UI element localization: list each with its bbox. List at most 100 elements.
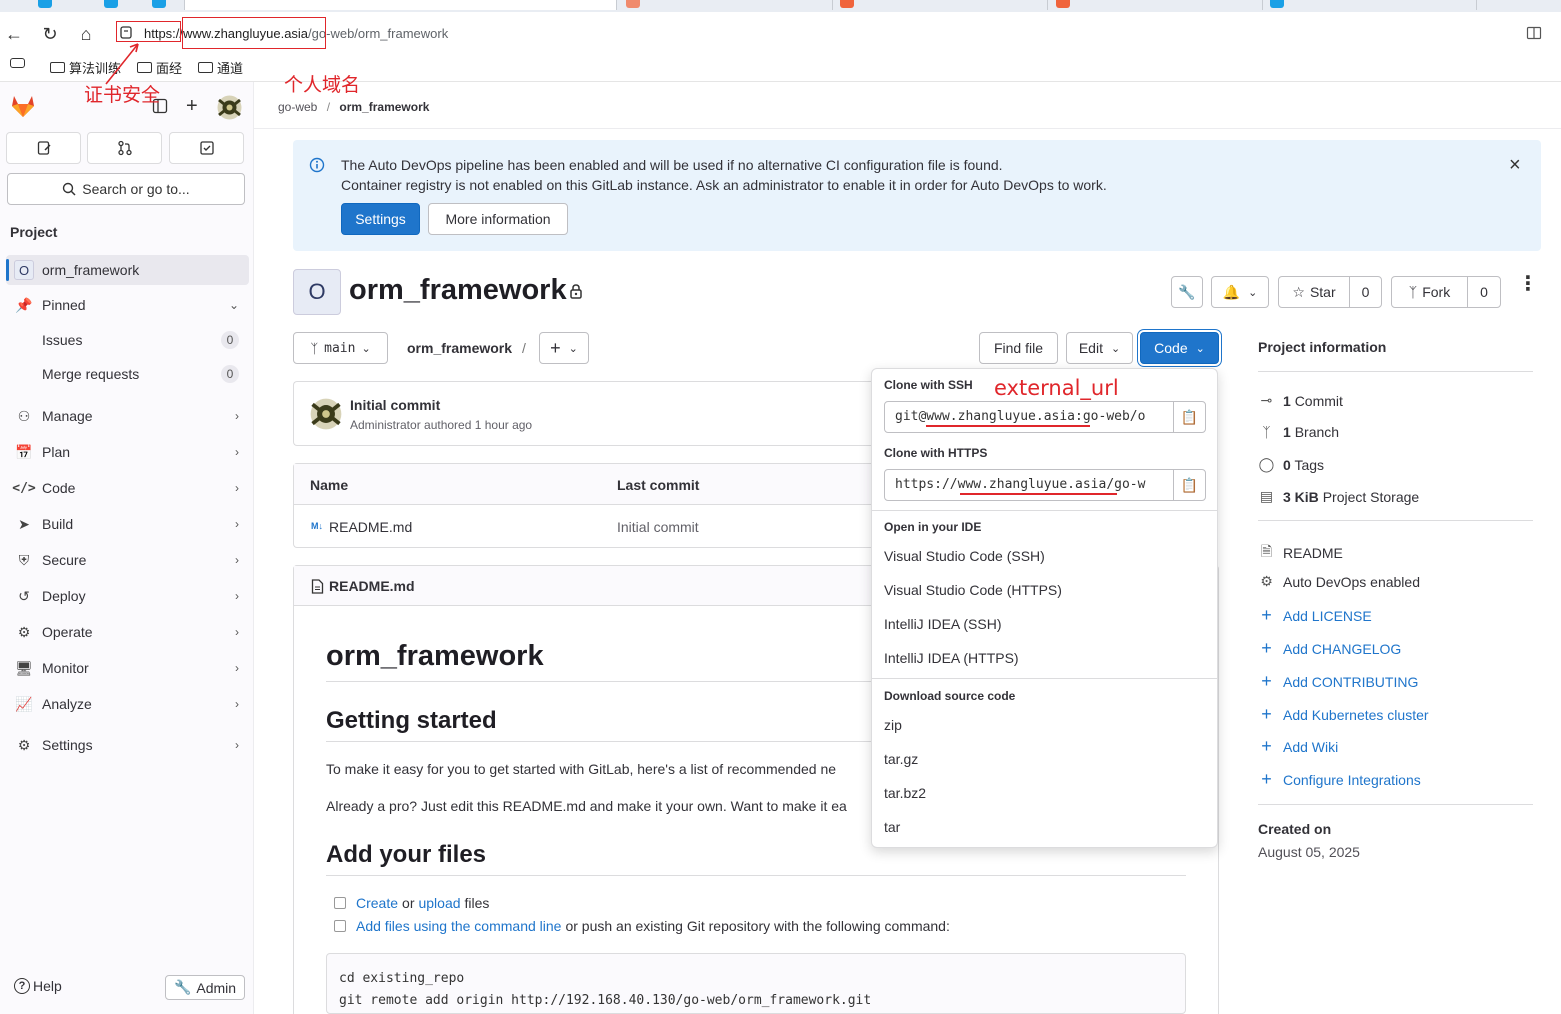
storage-link[interactable]: ▤ 3 KiB Project Storage — [1258, 488, 1419, 505]
split-view-icon[interactable] — [1526, 25, 1542, 41]
sidebar-item-pinned[interactable]: 📌 Pinned ⌄ — [6, 290, 249, 320]
task-checkbox[interactable] — [334, 920, 346, 932]
home-icon[interactable]: ⌂ — [72, 20, 100, 48]
alert-settings-button[interactable]: Settings — [341, 203, 420, 235]
task-checkbox[interactable] — [334, 897, 346, 909]
clone-ssh-value[interactable]: git@www.zhangluyue.asia:go-web/o — [895, 409, 1167, 424]
copy-icon[interactable]: 📋 — [1173, 470, 1205, 500]
find-file-button[interactable]: Find file — [979, 332, 1058, 364]
annotation-domain-box — [182, 17, 326, 49]
user-avatar[interactable] — [217, 95, 242, 120]
breadcrumb-group[interactable]: go-web — [278, 100, 317, 114]
configure-integrations-link[interactable]: + Configure Integrations — [1258, 769, 1421, 790]
sidebar-item-merge-requests[interactable]: Merge requests 0 — [6, 359, 249, 389]
sidebar-item-deploy[interactable]: ↺ Deploy › — [6, 581, 249, 611]
add-contributing-link[interactable]: + Add CONTRIBUTING — [1258, 671, 1418, 692]
add-dropdown-button[interactable]: + ⌄ — [539, 332, 589, 364]
plus-icon: + — [550, 337, 561, 358]
commit-author-avatar[interactable] — [310, 398, 342, 430]
download-tar-gz[interactable]: tar.gz — [884, 751, 918, 767]
readme-link[interactable]: 🗎 README — [1258, 541, 1343, 565]
admin-button[interactable]: 🔧 Admin — [165, 975, 245, 1000]
ide-item-vscode-https[interactable]: Visual Studio Code (HTTPS) — [884, 582, 1062, 598]
code-button[interactable]: Code ⌄ — [1140, 332, 1219, 364]
sidebar-item-project[interactable]: O orm_framework — [6, 255, 249, 285]
bookmark-label: 通道 — [217, 61, 244, 76]
ide-item-vscode-ssh[interactable]: Visual Studio Code (SSH) — [884, 548, 1045, 564]
clone-ssh-field[interactable]: git@www.zhangluyue.asia:go-web/o 📋 — [884, 401, 1206, 433]
merge-requests-shortcut-button[interactable] — [87, 132, 162, 164]
annotation-domain-label: 个人域名 — [284, 74, 361, 96]
star-button[interactable]: ☆ Star 0 — [1278, 276, 1382, 308]
sidebar-item-label: Analyze — [42, 696, 92, 712]
sidebar-item-plan[interactable]: 📅 Plan › — [6, 437, 249, 467]
more-actions-icon[interactable]: ⋮ — [1518, 274, 1538, 294]
todos-shortcut-button[interactable] — [169, 132, 244, 164]
download-tar[interactable]: tar — [884, 819, 900, 835]
clone-https-value[interactable]: https://www.zhangluyue.asia/go-w — [895, 477, 1167, 492]
repo-path[interactable]: orm_framework — [407, 340, 512, 356]
tab-favicon-icon — [1270, 0, 1284, 8]
last-commit-card — [293, 381, 893, 446]
fork-action[interactable]: ᛉ Fork — [1392, 277, 1468, 307]
copy-icon[interactable]: 📋 — [1173, 402, 1205, 432]
browser-tab[interactable] — [617, 0, 833, 10]
star-action[interactable]: ☆ Star — [1279, 277, 1350, 307]
ide-item-intellij-ssh[interactable]: IntelliJ IDEA (SSH) — [884, 616, 1001, 632]
sidebar-item-settings[interactable]: ⚙ Settings › — [6, 730, 249, 760]
star-count[interactable]: 0 — [1350, 284, 1381, 300]
add-kubernetes-link[interactable]: + Add Kubernetes cluster — [1258, 704, 1428, 725]
sidebar-item-analyze[interactable]: 📈 Analyze › — [6, 689, 249, 719]
gitlab-logo-icon[interactable] — [10, 93, 36, 119]
add-changelog-link[interactable]: + Add CHANGELOG — [1258, 638, 1401, 659]
browser-tab[interactable] — [1048, 0, 1263, 10]
search-placeholder: Search or go to... — [82, 181, 190, 197]
created-on-date: August 05, 2025 — [1258, 844, 1360, 860]
sidebar-item-manage[interactable]: ⚇ Manage › — [6, 401, 249, 431]
sidebar-item-secure[interactable]: ⛨ Secure › — [6, 545, 249, 575]
back-arrow-icon[interactable]: ← — [0, 20, 28, 48]
chevron-right-icon: › — [235, 553, 239, 567]
add-wiki-link[interactable]: + Add Wiki — [1258, 736, 1338, 757]
search-input[interactable]: Search or go to... — [7, 173, 245, 205]
fork-button[interactable]: ᛉ Fork 0 — [1391, 276, 1501, 308]
clone-https-field[interactable]: https://www.zhangluyue.asia/go-w 📋 — [884, 469, 1206, 501]
commit-title[interactable]: Initial commit — [350, 397, 440, 413]
fork-count[interactable]: 0 — [1468, 284, 1500, 300]
commits-link[interactable]: ⊸ 1 Commit — [1258, 392, 1343, 409]
create-link[interactable]: Create — [356, 895, 398, 911]
ide-item-intellij-https[interactable]: IntelliJ IDEA (HTTPS) — [884, 650, 1019, 666]
code-icon: </> — [12, 480, 36, 496]
breadcrumb-project[interactable]: orm_framework — [339, 100, 429, 114]
download-zip[interactable]: zip — [884, 717, 902, 733]
browser-tab-active[interactable] — [185, 0, 617, 10]
file-last-commit[interactable]: Initial commit — [617, 519, 699, 535]
sidebar-item-code[interactable]: </> Code › — [6, 473, 249, 503]
bookmark-folder[interactable]: 通道 — [198, 58, 243, 77]
reload-icon[interactable]: ↻ — [36, 20, 64, 48]
auto-devops-link[interactable]: ⚙ Auto DevOps enabled — [1258, 573, 1420, 590]
sidebar-item-operate[interactable]: ⚙ Operate › — [6, 617, 249, 647]
upload-link[interactable]: upload — [418, 895, 460, 911]
notification-button[interactable]: 🔔 ⌄ — [1211, 276, 1269, 308]
close-icon[interactable]: × — [1509, 154, 1521, 177]
browser-tab[interactable] — [1263, 0, 1477, 10]
add-license-link[interactable]: + Add LICENSE — [1258, 605, 1371, 626]
download-tar-bz2[interactable]: tar.bz2 — [884, 785, 926, 801]
tags-link[interactable]: ◯ 0 Tags — [1258, 456, 1324, 473]
sidebar-item-build[interactable]: ➤ Build › — [6, 509, 249, 539]
issues-shortcut-button[interactable] — [6, 132, 81, 164]
browser-tab[interactable] — [833, 0, 1048, 10]
admin-wrench-button[interactable]: 🔧 — [1171, 276, 1203, 308]
edit-button[interactable]: Edit ⌄ — [1066, 332, 1133, 364]
branches-link[interactable]: ᛉ 1 Branch — [1258, 424, 1339, 440]
file-name[interactable]: README.md — [329, 519, 412, 535]
help-button[interactable]: ? Help — [14, 978, 62, 994]
alert-more-info-button[interactable]: More information — [428, 203, 568, 235]
branch-selector[interactable]: ᛉ main ⌄ — [293, 332, 388, 364]
create-new-icon[interactable]: + — [186, 95, 198, 118]
sidebar-item-issues[interactable]: Issues 0 — [6, 325, 249, 355]
command-line-link[interactable]: Add files using the command line — [356, 918, 561, 934]
sidebar-item-monitor[interactable]: 🖥 Monitor › — [6, 653, 249, 683]
reading-mode-icon[interactable] — [10, 58, 25, 68]
